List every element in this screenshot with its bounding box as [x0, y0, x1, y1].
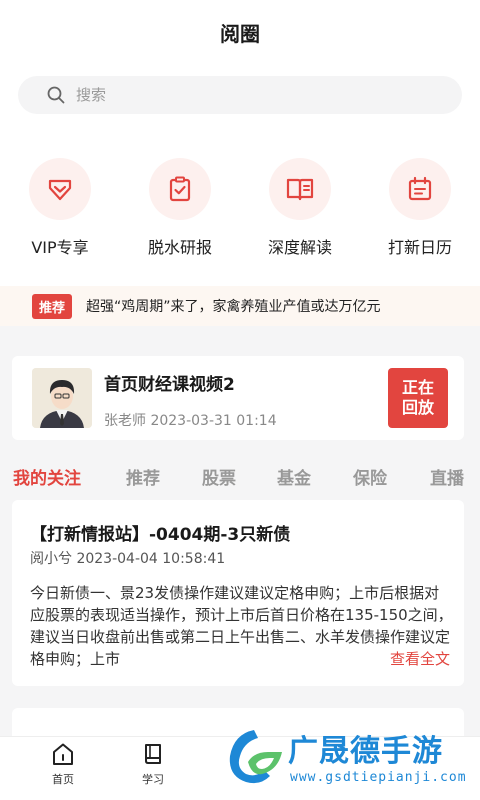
read-more-link[interactable]: 查看全文 [349, 648, 450, 669]
calendar-icon-circle [389, 158, 451, 220]
quick-link-label: 脱水研报 [147, 238, 212, 257]
site-watermark: 广晟德手游 www.gsdtiepianji.com [224, 722, 480, 800]
book-open-icon [286, 178, 314, 201]
quick-link-label: 打新日历 [387, 238, 452, 257]
tab-funds[interactable]: 基金 [277, 464, 311, 489]
quick-link-label: VIP专享 [31, 238, 89, 257]
clipboard-check-icon [169, 176, 191, 202]
quick-link-ipo-calendar[interactable]: 打新日历 [360, 158, 480, 258]
watermark-logo-icon [229, 730, 282, 784]
quick-link-label: 深度解读 [267, 238, 332, 257]
news-ticker[interactable]: 推荐 超强“鸡周期”来了，家禽养殖业产值或达万亿元 [0, 286, 480, 326]
live-title: 首页财经课视频2 [104, 375, 235, 395]
watermark-name: 广晟德手游 [288, 734, 443, 769]
tab-recommend[interactable]: 推荐 [126, 464, 160, 489]
quick-link-research[interactable]: 脱水研报 [120, 158, 240, 258]
vip-icon-circle [29, 158, 91, 220]
search-icon [47, 86, 65, 104]
avatar [32, 368, 92, 428]
article-title[interactable]: 【打新情报站】-0404期-3只新债 [30, 520, 290, 545]
tab-stocks[interactable]: 股票 [202, 464, 236, 489]
calendar-icon [408, 176, 432, 201]
article-card[interactable]: 【打新情报站】-0404期-3只新债 阅小兮 2023-04-04 10:58:… [12, 500, 464, 686]
quick-link-vip[interactable]: VIP专享 [0, 158, 120, 258]
nav-home-label: 首页 [52, 773, 74, 786]
research-icon-circle [149, 158, 211, 220]
quick-links: VIP专享 脱水研报 深度解读 打新日历 [0, 158, 480, 258]
news-headline[interactable]: 超强“鸡周期”来了，家禽养殖业产值或达万亿元 [86, 296, 381, 316]
quick-link-interpretation[interactable]: 深度解读 [240, 158, 360, 258]
vip-shield-icon [48, 179, 72, 201]
teacher-portrait-icon [32, 368, 92, 428]
recommend-badge: 推荐 [32, 293, 73, 319]
tab-live[interactable]: 直播 [430, 464, 464, 489]
category-tabs: 我的关注 推荐 股票 基金 保险 直播 [0, 452, 480, 496]
page-title: 阅圈 [220, 21, 260, 46]
replay-button[interactable]: 正在 回放 [388, 368, 448, 428]
nav-home[interactable]: 首页 [33, 741, 93, 787]
live-meta: 张老师 2023-03-31 01:14 [104, 413, 277, 429]
replay-label-line2: 回放 [401, 398, 434, 417]
search-input[interactable] [76, 86, 436, 104]
watermark-url: www.gsdtiepianji.com [290, 770, 467, 785]
live-video-card[interactable]: 首页财经课视频2 张老师 2023-03-31 01:14 正在 回放 [12, 356, 464, 440]
app-header: 阅圈 [0, 0, 480, 64]
nav-study-label: 学习 [142, 773, 164, 786]
tab-insurance[interactable]: 保险 [353, 464, 387, 489]
interpretation-icon-circle [269, 158, 331, 220]
home-icon [53, 743, 73, 765]
nav-study[interactable]: 学习 [123, 741, 183, 787]
book-icon [145, 744, 161, 764]
search-bar[interactable] [18, 76, 462, 114]
replay-label-line1: 正在 [401, 378, 434, 397]
tab-following[interactable]: 我的关注 [13, 464, 81, 489]
article-meta: 阅小兮 2023-04-04 10:58:41 [30, 551, 226, 567]
